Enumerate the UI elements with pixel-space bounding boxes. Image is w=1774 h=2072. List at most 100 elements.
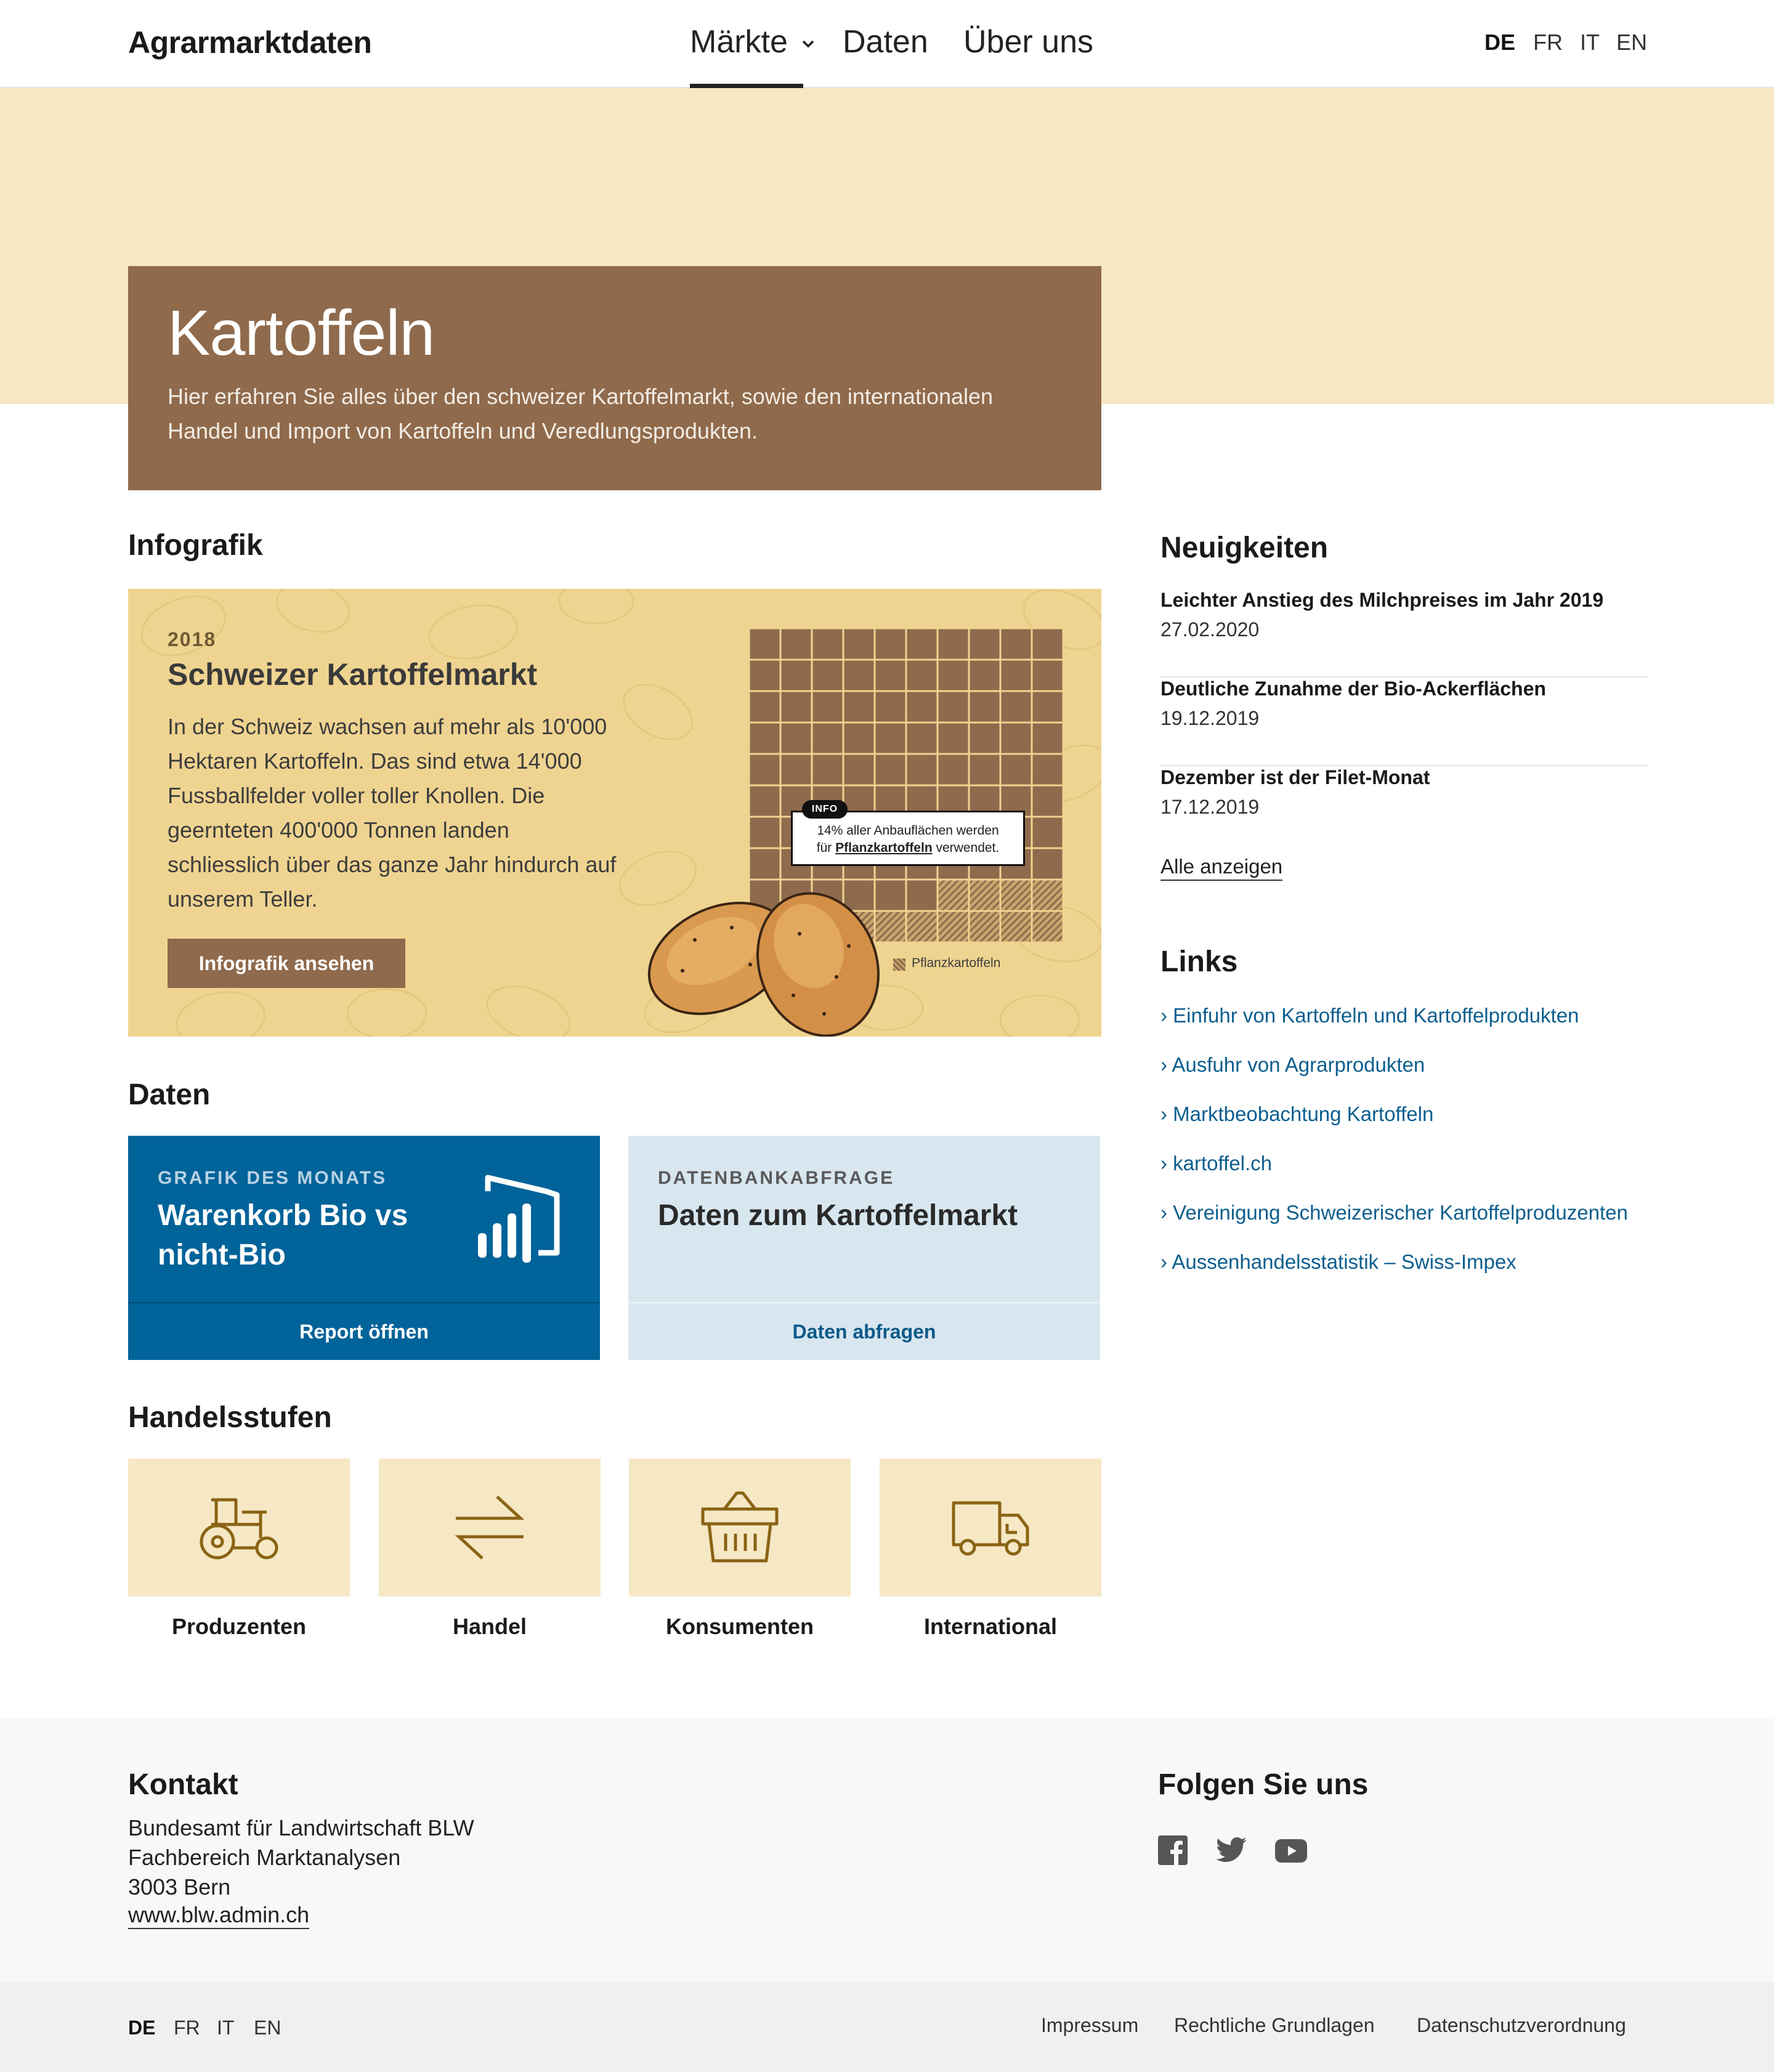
grid-cell-pflanzkartoffeln (936, 910, 970, 944)
grid-cell (936, 753, 970, 787)
footer-lang-en[interactable]: EN (254, 2017, 281, 2039)
chevron-right-icon: › (1160, 1201, 1173, 1224)
grid-cell (749, 753, 782, 787)
link-item[interactable]: › Einfuhr von Kartoffeln und Kartoffelpr… (1160, 1004, 1579, 1027)
grid-cell (1031, 658, 1063, 692)
footer-lang-fr[interactable]: FR (174, 2017, 200, 2039)
grid-cell (749, 784, 782, 818)
grid-cell (905, 658, 939, 692)
lang-en[interactable]: EN (1616, 30, 1647, 55)
grid-cell (842, 721, 876, 755)
kontakt-line: Fachbereich Marktanalysen (128, 1845, 401, 1870)
grid-cell (999, 658, 1033, 692)
daten-abfragen-button[interactable]: Daten abfragen (628, 1302, 1100, 1360)
grid-cell (1031, 784, 1063, 818)
tile-label-international: International (923, 1614, 1058, 1639)
news-item[interactable]: Leichter Anstieg des Milchpreises im Jah… (1160, 589, 1647, 678)
grid-cell (779, 753, 813, 787)
info-callout: 14% aller Anbauflächen werden für Pflanz… (791, 811, 1025, 866)
grid-cell (811, 753, 844, 787)
infografik-title: Schweizer Kartoffelmarkt (168, 657, 538, 692)
grid-cell (999, 628, 1033, 661)
grid-cell (1031, 721, 1063, 755)
grid-cell (842, 690, 876, 724)
grid-cell (905, 690, 939, 724)
truck-icon (952, 1501, 1029, 1556)
report-oeffnen-button[interactable]: Report öffnen (128, 1302, 600, 1360)
tile-handel[interactable] (379, 1459, 601, 1596)
infografik-text: In der Schweiz wachsen auf mehr als 10'0… (168, 714, 617, 912)
tile-international[interactable] (880, 1459, 1101, 1596)
footer-lang-de[interactable]: DE (128, 2017, 155, 2039)
grid-cell (842, 753, 876, 787)
grid-cell (873, 721, 907, 755)
link-label: kartoffel.ch (1173, 1152, 1272, 1175)
nav-item-ueber-uns[interactable]: Über uns (963, 23, 1093, 60)
page-title: Kartoffeln (168, 297, 435, 369)
link-label: Aussenhandelsstatistik – Swiss-Impex (1172, 1250, 1517, 1273)
link-label: Vereinigung Schweizerischer Kartoffelpro… (1173, 1201, 1628, 1224)
exchange-arrows-icon (455, 1495, 525, 1560)
link-item[interactable]: › kartoffel.ch (1160, 1152, 1272, 1175)
link-item[interactable]: › Vereinigung Schweizerischer Kartoffelp… (1160, 1201, 1628, 1224)
facebook-icon[interactable] (1158, 1835, 1188, 1868)
news-date: 17.12.2019 (1160, 796, 1260, 818)
grid-cell (842, 628, 876, 661)
chevron-right-icon: › (1160, 1103, 1173, 1125)
lang-fr[interactable]: FR (1533, 30, 1563, 55)
info-callout-suffix: verwendet. (936, 841, 1000, 855)
grid-cell (811, 658, 844, 692)
tile-produzenten[interactable] (128, 1459, 350, 1596)
grid-cell (905, 721, 939, 755)
alle-anzeigen-link[interactable]: Alle anzeigen (1160, 855, 1283, 881)
grafik-des-monats-card[interactable]: GRAFIK DES MONATS Warenkorb Bio vs nicht… (128, 1136, 600, 1360)
site-logo[interactable]: Agrarmarktdaten (128, 25, 372, 60)
grid-cell-pflanzkartoffeln (968, 910, 1002, 944)
nav-item-maerkte[interactable]: Märkte (690, 23, 815, 60)
info-callout-line2: für Pflanzkartoffeln verwendet. (793, 840, 1023, 857)
chevron-right-icon: › (1160, 1152, 1173, 1175)
link-label: Marktbeobachtung Kartoffeln (1173, 1103, 1434, 1125)
grid-cell (999, 690, 1033, 724)
grid-cell (968, 721, 1002, 755)
follow-title: Folgen Sie uns (1158, 1768, 1369, 1801)
news-item[interactable]: Deutliche Zunahme der Bio-Ackerflächen 1… (1160, 678, 1647, 766)
grid-cell-pflanzkartoffeln (905, 910, 939, 944)
datenschutz-link[interactable]: Datenschutzverordnung (1417, 2014, 1626, 2037)
grid-cell (1031, 753, 1063, 787)
nav-item-daten[interactable]: Daten (843, 23, 928, 60)
infografik-button[interactable]: Infografik ansehen (168, 939, 405, 988)
news-title: Leichter Anstieg des Milchpreises im Jah… (1160, 589, 1604, 611)
kontakt-website-link[interactable]: www.blw.admin.ch (128, 1902, 310, 1929)
grid-cell (779, 721, 813, 755)
footer-lang-it[interactable]: IT (217, 2017, 234, 2039)
news-item[interactable]: Dezember ist der Filet-Monat 17.12.2019 (1160, 766, 1647, 855)
twitter-icon[interactable] (1216, 1837, 1247, 1866)
chevron-right-icon: › (1160, 1004, 1173, 1027)
card1-title: Warenkorb Bio vs nicht-Bio (158, 1196, 408, 1275)
lang-de[interactable]: DE (1484, 30, 1515, 55)
rechtliche-grundlagen-link[interactable]: Rechtliche Grundlagen (1174, 2014, 1375, 2037)
link-label: Ausfuhr von Agrarprodukten (1172, 1053, 1425, 1076)
powerbi-icon (478, 1175, 560, 1263)
link-item[interactable]: › Marktbeobachtung Kartoffeln (1160, 1103, 1433, 1126)
section-title-links: Links (1160, 945, 1238, 978)
news-title: Dezember ist der Filet-Monat (1160, 766, 1430, 788)
impressum-link[interactable]: Impressum (1041, 2014, 1138, 2037)
link-item[interactable]: › Aussenhandelsstatistik – Swiss-Impex (1160, 1250, 1517, 1274)
kontakt-line: Bundesamt für Landwirtschaft BLW (128, 1815, 474, 1840)
tractor-icon (200, 1498, 278, 1560)
grid-cell (873, 753, 907, 787)
tile-konsumenten[interactable] (629, 1459, 851, 1596)
grid-cell (999, 753, 1033, 787)
kontakt-title: Kontakt (128, 1768, 238, 1801)
youtube-icon[interactable] (1275, 1839, 1307, 1866)
link-item[interactable]: › Ausfuhr von Agrarprodukten (1160, 1053, 1425, 1077)
lang-it[interactable]: IT (1580, 30, 1600, 55)
potato-illustration (647, 892, 880, 1037)
infografik-card[interactable]: 2018 Schweizer Kartoffelmarkt In der Sch… (128, 589, 1101, 1037)
datenbankabfrage-card[interactable]: DATENBANKABFRAGE Daten zum Kartoffelmark… (628, 1136, 1100, 1360)
kontakt-line: 3003 Bern (128, 1874, 231, 1900)
grid-cell (968, 628, 1002, 661)
grid-cell (779, 628, 813, 661)
